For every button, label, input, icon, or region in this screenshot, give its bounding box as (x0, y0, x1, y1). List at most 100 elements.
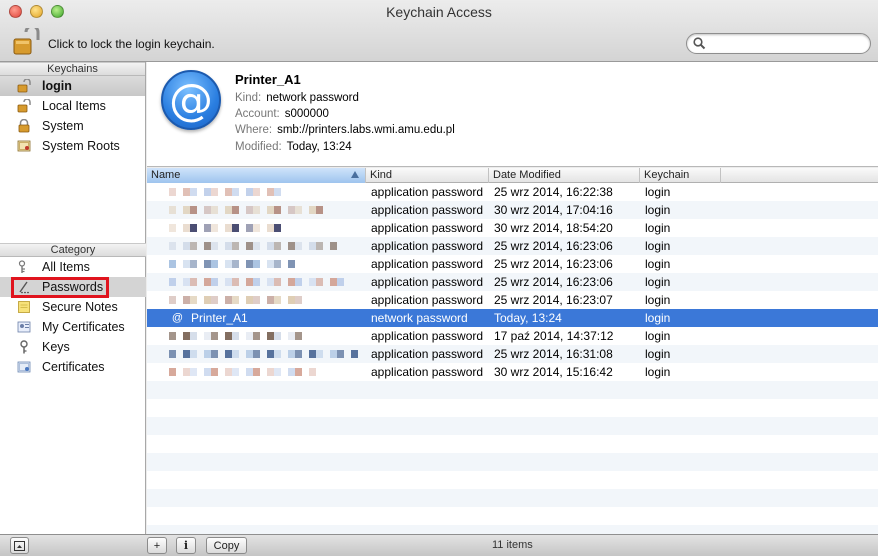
key-icon (17, 340, 31, 354)
table-row[interactable]: @ Printer_A1 network password Today, 13:24 l… (147, 309, 878, 327)
cell-name (147, 237, 366, 255)
pixelation-block (260, 188, 267, 196)
lock-open-icon (17, 99, 31, 113)
pixelation-block (190, 350, 197, 358)
pixelation-block (169, 260, 176, 268)
sidebar-item-secure-notes[interactable]: Secure Notes (0, 297, 146, 317)
pixelation-block (246, 242, 253, 250)
pixelation-block (225, 242, 232, 250)
cell-keychain: login (645, 239, 671, 253)
pixelation-block (288, 368, 295, 376)
copy-button[interactable]: Copy (206, 537, 247, 554)
pixelated-name (151, 345, 366, 363)
info-button[interactable]: i (176, 537, 196, 554)
items-table: Name Kind Date Modified Keychain applica… (147, 168, 878, 534)
column-header-keychain[interactable]: Keychain (640, 168, 721, 183)
cell-keychain: login (645, 185, 671, 199)
cell-keychain: login (645, 257, 671, 271)
detail-account: Account: s000000 (235, 108, 329, 120)
table-row[interactable]: application password 25 wrz 2014, 16:23:0… (147, 237, 878, 255)
cell-keychain: login (645, 329, 671, 343)
cell-name (147, 183, 366, 201)
table-row[interactable]: application password 30 wrz 2014, 17:04:1… (147, 201, 878, 219)
pixelation-block (246, 224, 253, 232)
pixelation-block (232, 278, 239, 286)
pixelation-block (274, 206, 281, 214)
pixelation-block (253, 224, 260, 232)
sidebar-item-keys[interactable]: Keys (0, 337, 146, 357)
pixelation-block (211, 296, 218, 304)
cell-keychain: login (645, 311, 671, 325)
pixelation-block (204, 332, 211, 340)
pixelation-block (204, 296, 211, 304)
pixelated-name (151, 219, 366, 237)
table-row[interactable]: application password 25 wrz 2014, 16:23:0… (147, 255, 878, 273)
table-row[interactable]: application password 30 wrz 2014, 15:16:4… (147, 363, 878, 381)
column-header-kind[interactable]: Kind (366, 168, 489, 183)
table-row[interactable]: application password 25 wrz 2014, 16:22:3… (147, 183, 878, 201)
pixelation-block (197, 260, 204, 268)
pixelation-block (211, 206, 218, 214)
pixelation-block (204, 224, 211, 232)
pixelation-block (232, 242, 239, 250)
pixelation-block (211, 332, 218, 340)
search-input[interactable] (711, 36, 861, 51)
pixelation-block (267, 350, 274, 358)
pixelation-block (281, 368, 288, 376)
sidebar-item-certificates[interactable]: Certificates (0, 357, 146, 377)
column-header-date-modified[interactable]: Date Modified (489, 168, 640, 183)
table-row[interactable]: application password 30 wrz 2014, 18:54:2… (147, 219, 878, 237)
table-row[interactable]: application password 25 wrz 2014, 16:31:0… (147, 345, 878, 363)
sidebar-item-system[interactable]: System (0, 116, 145, 136)
cell-keychain: login (645, 221, 671, 235)
sidebar-item-label: My Certificates (42, 320, 125, 334)
cell-date-modified: 25 wrz 2014, 16:23:07 (494, 293, 613, 307)
sidebar-item-local-items[interactable]: Local Items (0, 96, 145, 116)
pixelation-block (316, 242, 323, 250)
lock-keychain-button[interactable] (12, 24, 42, 56)
sidebar-item-passwords[interactable]: Passwords (0, 277, 146, 298)
sidebar-item-label: Keys (42, 340, 70, 354)
pixelation-block (309, 206, 316, 214)
sidebar-item-my-certificates[interactable]: My Certificates (0, 317, 146, 337)
pixelation-block (302, 206, 309, 214)
pixelation-block (211, 188, 218, 196)
pixelation-block (316, 350, 323, 358)
pixelation-block (309, 350, 316, 358)
pixelation-block (295, 206, 302, 214)
pixelation-block (246, 368, 253, 376)
empty-row (147, 471, 878, 489)
column-header-name[interactable]: Name (147, 168, 366, 183)
cell-date-modified: 30 wrz 2014, 17:04:16 (494, 203, 613, 217)
sidebar-item-system-roots[interactable]: System Roots (0, 136, 145, 156)
pixelation-block (204, 278, 211, 286)
pixelation-block (274, 296, 281, 304)
pixelation-block (183, 296, 190, 304)
pixelation-block (246, 260, 253, 268)
empty-row (147, 381, 878, 399)
sidebar-item-login[interactable]: login (0, 76, 145, 96)
add-item-button[interactable]: + (147, 537, 167, 554)
pixelated-name (151, 255, 366, 273)
cell-name (147, 201, 366, 219)
pixelation-block (274, 350, 281, 358)
pixelation-block (190, 206, 197, 214)
cell-name (147, 291, 366, 309)
table-row[interactable]: application password 17 paź 2014, 14:37:1… (147, 327, 878, 345)
pixelation-block (246, 332, 253, 340)
search-field[interactable] (686, 33, 871, 54)
pixelation-block (239, 368, 246, 376)
cell-name (147, 345, 366, 363)
pixelation-block (183, 350, 190, 358)
sidebar-item-all-items[interactable]: All Items (0, 257, 146, 277)
toggle-sidebar-button[interactable] (10, 537, 29, 554)
pixelation-block (253, 368, 260, 376)
table-row[interactable]: application password 25 wrz 2014, 16:23:0… (147, 273, 878, 291)
pixelation-block (281, 260, 288, 268)
note-icon (17, 300, 31, 314)
pixelation-block (218, 206, 225, 214)
table-row[interactable]: application password 25 wrz 2014, 16:23:0… (147, 291, 878, 309)
pixelation-block (302, 368, 309, 376)
pixelation-block (218, 242, 225, 250)
pixelation-block (316, 278, 323, 286)
